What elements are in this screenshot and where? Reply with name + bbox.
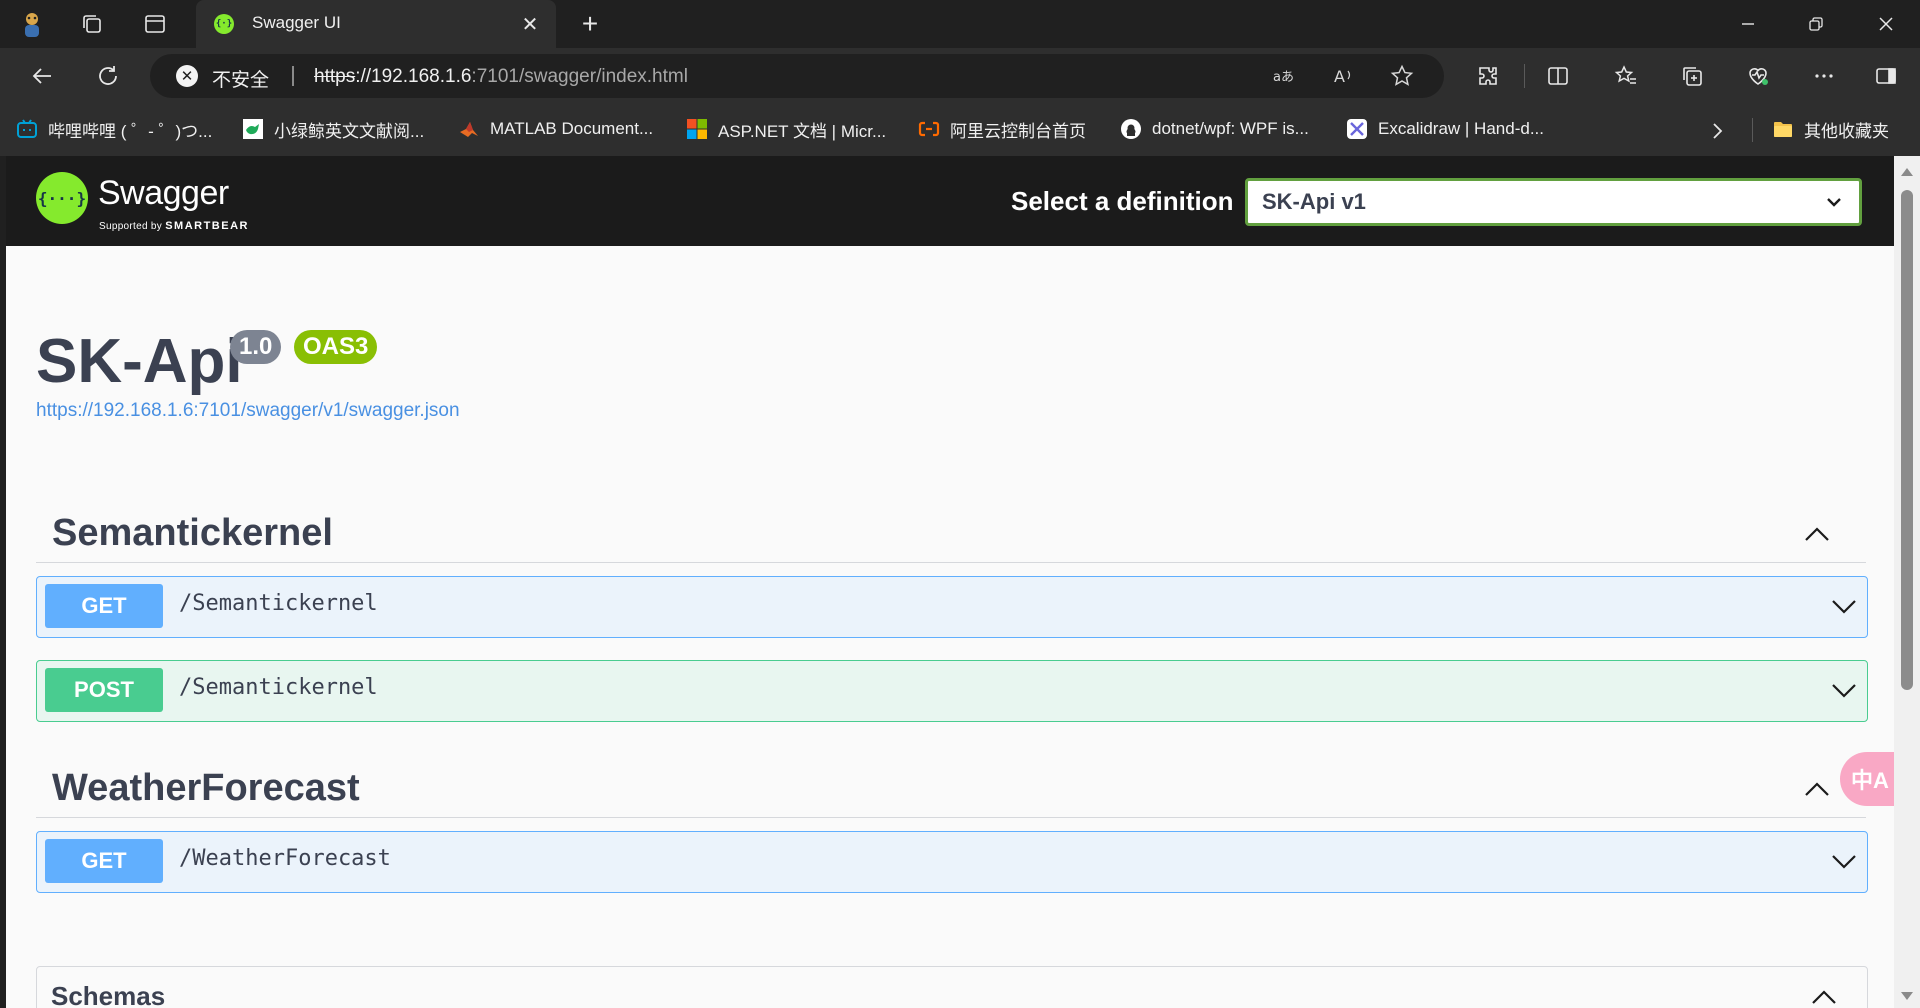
bookmark-label: ASP.NET 文档 | Micr...: [718, 121, 887, 141]
operation-get-weatherforecast[interactable]: GET /WeatherForecast: [36, 831, 1868, 893]
page-viewport: {···} Swagger Supported by SMARTBEAR Sel…: [6, 156, 1894, 1008]
bookmark-label: 阿里云控制台首页: [950, 121, 1086, 141]
profile-avatar-icon[interactable]: [14, 8, 50, 40]
definition-select-value: SK-Api v1: [1262, 189, 1366, 214]
tag-header[interactable]: WeatherForecast: [36, 759, 1866, 818]
vertical-tabs-icon[interactable]: [137, 8, 173, 40]
smartbear-tagline: Supported by SMARTBEAR: [99, 220, 249, 232]
bookmark-github[interactable]: dotnet/wpf: WPF is...: [1120, 116, 1309, 142]
bookmark-label: MATLAB Document...: [490, 119, 654, 138]
split-screen-icon[interactable]: [1540, 60, 1576, 92]
url-text[interactable]: https://192.168.1.6:7101/swagger/index.h…: [314, 66, 688, 88]
not-secure-icon[interactable]: ✕: [176, 65, 198, 87]
favorites-icon[interactable]: [1608, 60, 1644, 92]
operation-get-semantickernel[interactable]: GET /Semantickernel: [36, 576, 1868, 638]
other-favorites-folder[interactable]: 其他收藏夹: [1772, 116, 1889, 142]
back-icon[interactable]: [24, 60, 60, 92]
window-close-icon[interactable]: [1852, 0, 1920, 48]
bookmarks-divider: [1752, 118, 1753, 142]
svg-text:A: A: [1334, 67, 1345, 86]
bookmark-matlab[interactable]: MATLAB Document...: [458, 116, 653, 142]
bookmarks-bar: 哔哩哔哩 ( ゜- ゜)つ... 小绿鲸英文文献阅... MATLAB Docu…: [0, 104, 1920, 156]
swagger-brand[interactable]: Swagger: [98, 174, 229, 213]
chevron-down-icon[interactable]: [1829, 846, 1859, 876]
oas-badge: OAS3: [294, 330, 378, 364]
extensions-icon[interactable]: [1470, 60, 1506, 92]
tag-title: WeatherForecast: [52, 767, 360, 809]
excalidraw-icon: [1347, 119, 1367, 139]
version-badge: 1.0: [230, 330, 282, 364]
method-badge: GET: [45, 839, 163, 883]
browser-toolbar: ✕ 不安全 https://192.168.1.6:7101/swagger/i…: [0, 48, 1920, 104]
bookmark-bilibili[interactable]: 哔哩哔哩 ( ゜- ゜)つ...: [16, 116, 212, 142]
folder-icon: [1774, 122, 1792, 137]
read-aloud-icon[interactable]: A: [1328, 61, 1360, 91]
address-divider: [292, 66, 294, 86]
translate-page-icon[interactable]: aあ: [1268, 61, 1300, 91]
chevron-down-icon: [1827, 198, 1841, 207]
select-definition-label: Select a definition: [1011, 186, 1234, 216]
page-scrollbar[interactable]: [1894, 156, 1920, 1008]
bookmark-aliyun[interactable]: 阿里云控制台首页: [918, 116, 1086, 142]
bookmarks-overflow-chevron-icon[interactable]: [1704, 118, 1730, 144]
collections-icon[interactable]: [1674, 60, 1710, 92]
sidebar-toggle-icon[interactable]: [1868, 60, 1904, 92]
toolbar-divider: [1524, 64, 1525, 88]
tab-title: Swagger UI: [252, 13, 341, 32]
translate-fab-button[interactable]: 中A: [1840, 752, 1894, 806]
swagger-logo-icon[interactable]: {···}: [36, 172, 88, 224]
api-title: SK-Api: [36, 327, 243, 396]
operation-path: /Semantickernel: [179, 675, 378, 700]
chevron-up-icon[interactable]: [1809, 983, 1839, 1008]
definition-select[interactable]: SK-Api v1: [1245, 178, 1862, 226]
other-favorites-label: 其他收藏夹: [1804, 121, 1889, 141]
microsoft-icon: [687, 119, 707, 139]
spec-json-link[interactable]: https://192.168.1.6:7101/swagger/v1/swag…: [36, 400, 460, 422]
address-bar[interactable]: ✕ 不安全 https://192.168.1.6:7101/swagger/i…: [150, 54, 1444, 98]
schemas-section[interactable]: Schemas: [36, 966, 1868, 1008]
restore-icon[interactable]: [1782, 0, 1850, 48]
scroll-down-arrow-icon[interactable]: [1901, 992, 1913, 1000]
more-options-icon[interactable]: [1806, 60, 1842, 92]
scrollbar-thumb[interactable]: [1901, 190, 1913, 690]
github-icon: [1121, 119, 1141, 139]
tab-close-icon[interactable]: ✕: [516, 10, 544, 38]
operation-post-semantickernel[interactable]: POST /Semantickernel: [36, 660, 1868, 722]
active-tab[interactable]: {·} Swagger UI ✕: [196, 0, 556, 48]
tag-title: Semantickernel: [52, 512, 333, 554]
bookmark-label: dotnet/wpf: WPF is...: [1152, 119, 1309, 138]
new-tab-button[interactable]: +: [572, 8, 608, 40]
browser-essentials-icon[interactable]: [1740, 60, 1776, 92]
method-badge: GET: [45, 584, 163, 628]
bookmark-label: 哔哩哔哩 ( ゜- ゜)つ...: [48, 121, 213, 141]
aliyun-icon: [918, 121, 940, 137]
bookmark-excalidraw[interactable]: Excalidraw | Hand-d...: [1346, 116, 1544, 142]
bookmark-label: Excalidraw | Hand-d...: [1378, 119, 1544, 138]
schemas-title: Schemas: [51, 981, 166, 1008]
operation-path: /WeatherForecast: [179, 846, 391, 871]
bookmark-label: 小绿鲸英文文献阅...: [274, 121, 425, 141]
favorite-star-icon[interactable]: [1386, 61, 1418, 91]
chevron-up-icon[interactable]: [1802, 775, 1832, 805]
refresh-icon[interactable]: [90, 60, 126, 92]
chevron-down-icon[interactable]: [1829, 675, 1859, 705]
bookmark-aspnet[interactable]: ASP.NET 文档 | Micr...: [686, 116, 886, 142]
svg-text:aあ: aあ: [1273, 70, 1294, 85]
security-text[interactable]: 不安全: [212, 65, 269, 92]
workspaces-icon[interactable]: [74, 8, 110, 40]
matlab-icon: [460, 122, 478, 137]
chevron-down-icon[interactable]: [1829, 591, 1859, 621]
tab-strip: {·} Swagger UI ✕ +: [0, 0, 1920, 48]
swagger-favicon-icon: {·}: [214, 14, 234, 34]
chevron-up-icon[interactable]: [1802, 520, 1832, 550]
operation-path: /Semantickernel: [179, 591, 378, 616]
minimize-icon[interactable]: [1714, 0, 1782, 48]
swagger-topbar: {···} Swagger Supported by SMARTBEAR Sel…: [6, 156, 1894, 246]
scroll-up-arrow-icon[interactable]: [1901, 168, 1913, 176]
bilibili-icon: [17, 119, 37, 138]
green-whale-icon: [243, 119, 263, 139]
tag-header[interactable]: Semantickernel: [36, 504, 1866, 563]
bookmark-green-whale[interactable]: 小绿鲸英文文献阅...: [242, 116, 424, 142]
method-badge: POST: [45, 668, 163, 712]
